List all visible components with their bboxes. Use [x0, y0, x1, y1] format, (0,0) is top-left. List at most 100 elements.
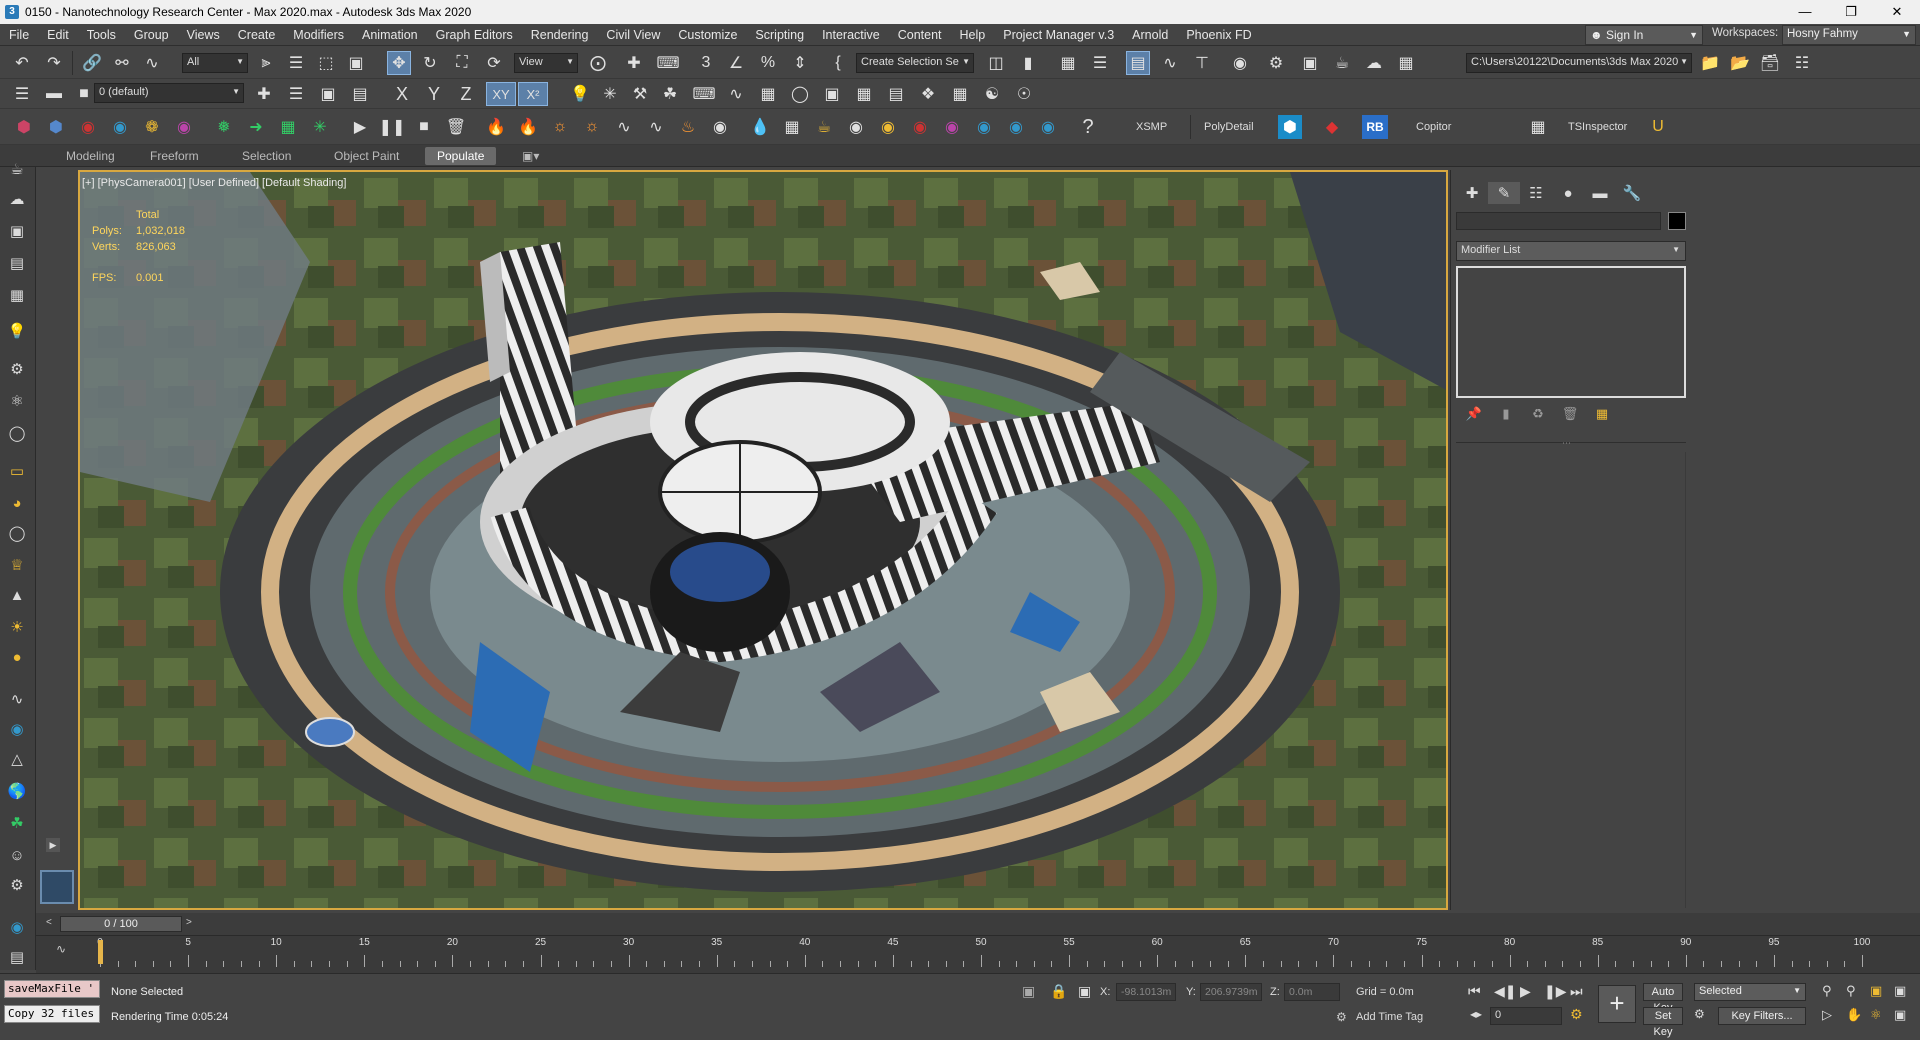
human-icon[interactable]: ☺ [4, 842, 30, 868]
schematic-view-icon[interactable]: ⊤ [1190, 51, 1214, 75]
spinner-snap-icon[interactable]: ⇕ [788, 51, 812, 75]
liquid-ocean-icon[interactable]: ◉ [1004, 115, 1028, 139]
pause-icon[interactable]: ❚❚ [379, 115, 406, 139]
stair-icon[interactable]: ▦ [756, 82, 780, 106]
menu-customize[interactable]: Customize [669, 24, 746, 46]
disc-icon[interactable]: ● [4, 644, 30, 670]
curve-editor-icon[interactable]: ∿ [1158, 51, 1182, 75]
bind-spacewarp-icon[interactable]: ∿ [140, 51, 164, 75]
menu-phoenix-fd[interactable]: Phoenix FD [1177, 24, 1260, 46]
time-slider-prev-button[interactable]: < [46, 917, 52, 928]
display-tab-icon[interactable]: ▬ [1584, 182, 1616, 204]
wave-icon[interactable]: ∿ [724, 82, 748, 106]
select-object-icon[interactable]: ⫸ [254, 51, 278, 75]
settings-gear-icon[interactable]: ⚙ [4, 872, 30, 898]
menu-group[interactable]: Group [125, 24, 178, 46]
maximize-viewport-icon[interactable]: ▣ [1894, 1007, 1906, 1023]
zoom-extents-all-icon[interactable]: ▣ [1894, 983, 1906, 999]
current-frame-field[interactable]: 0 [1490, 1007, 1562, 1025]
selection-lock-icon[interactable]: 🔒 [1050, 983, 1067, 1000]
time-tag-icon[interactable]: ⚙ [1336, 1010, 1347, 1024]
axis-y-button[interactable]: Y [422, 82, 446, 106]
pivot-center-icon[interactable]: ⨀ [586, 51, 610, 75]
phoenix-smoke-icon[interactable]: 🔥 [516, 115, 540, 139]
rendered-frame-window-icon[interactable]: ▣ [1298, 51, 1322, 75]
y-coordinate-field[interactable]: 206.9739m [1200, 983, 1262, 1001]
curve-editor-mini-icon[interactable]: ∿ [56, 942, 66, 956]
stop-icon[interactable]: ■ [412, 115, 436, 139]
motion-tab-icon[interactable]: ● [1552, 182, 1584, 204]
object-color-swatch[interactable] [1668, 212, 1686, 230]
layer-freeze-icon[interactable]: ■ [72, 82, 96, 106]
plugin-cube-icon[interactable]: ⬢ [1278, 115, 1302, 139]
liquid-foam-icon[interactable]: ◉ [940, 115, 964, 139]
axis-xy-button[interactable]: XY [486, 82, 516, 106]
set-current-layer-icon[interactable]: ▤ [348, 82, 372, 106]
panel-grip-icon[interactable]: ⋯ [1562, 438, 1571, 449]
menu-animation[interactable]: Animation [353, 24, 427, 46]
pin-stack-icon[interactable]: 📌 [1462, 406, 1486, 424]
render-setup-icon[interactable]: ⚙ [1264, 51, 1288, 75]
tsinspector-button[interactable]: TSInspector [1568, 121, 1627, 133]
utilities-tab-icon[interactable]: 🔧 [1616, 182, 1648, 204]
tab-modeling[interactable]: Modeling [54, 147, 127, 165]
sun-icon[interactable]: ❁ [140, 115, 164, 139]
expand-toolbar-icon[interactable]: ▶ [46, 838, 60, 852]
percent-snap-icon[interactable]: % [756, 51, 780, 75]
cylinder-icon[interactable]: ⬢ [44, 115, 68, 139]
grid-icon[interactable]: ▦ [948, 82, 972, 106]
isolate-selection-icon[interactable]: ▣ [1022, 983, 1035, 1000]
phoenix-wind-icon[interactable]: ∿ [612, 115, 636, 139]
menu-interactive[interactable]: Interactive [813, 24, 889, 46]
helpers-icon[interactable]: ⚙ [4, 356, 30, 382]
pan-view-icon[interactable]: ✋ [1846, 1007, 1862, 1023]
menu-help[interactable]: Help [951, 24, 995, 46]
mesh-icon[interactable]: △ [4, 746, 30, 772]
select-in-layer-icon[interactable]: ▣ [316, 82, 340, 106]
water-icon[interactable]: ◉ [108, 115, 132, 139]
remove-modifier-icon[interactable]: 🗑 [1558, 406, 1582, 424]
display-icon[interactable]: ▦ [852, 82, 876, 106]
viewport-label[interactable]: [+] [PhysCamera001] [User Defined] [Defa… [82, 177, 346, 189]
ribbon-options-icon[interactable]: ▣▾ [510, 147, 551, 165]
set-key-button[interactable]: Set Key [1643, 1007, 1683, 1038]
play-icon[interactable]: ▶ [348, 115, 372, 139]
ts-inspector-icon[interactable]: ▦ [1526, 115, 1550, 139]
project-settings-icon[interactable]: ☷ [1790, 51, 1814, 75]
lighting-icon[interactable]: 💡 [4, 318, 30, 344]
menu-views[interactable]: Views [178, 24, 229, 46]
menu-content[interactable]: Content [889, 24, 951, 46]
material-editor-icon[interactable]: ◉ [1228, 51, 1252, 75]
group-icon[interactable]: ❖ [916, 82, 940, 106]
create-image-icon[interactable]: ▣ [4, 218, 30, 244]
zoom-all-icon[interactable]: ⚲ [1846, 983, 1856, 999]
go-to-end-icon[interactable]: ⏭ [1570, 983, 1583, 1000]
menu-file[interactable]: File [0, 24, 38, 46]
hair-icon[interactable]: ∿ [4, 686, 30, 712]
rectangular-selection-icon[interactable]: ⬚ [314, 51, 338, 75]
plane-icon[interactable]: ▭ [4, 458, 30, 484]
workspace-select[interactable]: Hosny Fahmy ▼ [1782, 25, 1916, 45]
plant-icon[interactable]: ☘ [4, 810, 30, 836]
edit-named-selection-icon[interactable]: { [826, 51, 850, 75]
burst-icon[interactable]: ✳ [308, 115, 332, 139]
cone-icon[interactable]: ▲ [4, 582, 30, 608]
current-frame-marker[interactable] [98, 940, 103, 964]
liquid-fill-icon[interactable]: ◉ [908, 115, 932, 139]
hierarchy-tab-icon[interactable]: ☷ [1520, 182, 1552, 204]
forward-icon[interactable]: ➜ [244, 115, 268, 139]
menu-modifiers[interactable]: Modifiers [284, 24, 353, 46]
snaps-toggle-icon[interactable]: 3 [694, 51, 718, 75]
minimize-icon[interactable]: — [1782, 0, 1828, 24]
phoenix-vortex-icon[interactable]: ◉ [708, 115, 732, 139]
align-icon[interactable]: ▮ [1016, 51, 1040, 75]
axis-x-button[interactable]: X [390, 82, 414, 106]
axis-xy-alt-button[interactable]: X² [518, 82, 548, 106]
named-selection-dropdown[interactable]: Create Selection Se ▼ [856, 53, 974, 73]
key-filter-toggle-icon[interactable]: ⚙ [1694, 1007, 1705, 1021]
play-animation-icon[interactable]: ▶ [1520, 983, 1531, 1000]
sign-in-button[interactable]: ☻ Sign In ▼ [1585, 25, 1703, 45]
zoom-extents-icon[interactable]: ▣ [1870, 983, 1882, 999]
viewport-shading-icon[interactable]: ▣ [820, 82, 844, 106]
liquid-icon[interactable]: 💧 [748, 115, 772, 139]
